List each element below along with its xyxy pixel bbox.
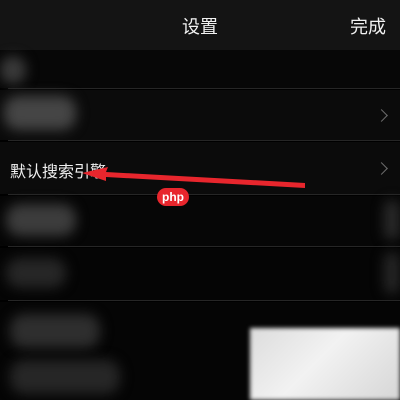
arrow-left-icon [82,167,305,188]
settings-screen: 设置 完成 默认搜索引擎 php [0,0,400,400]
watermark-badge: php [157,188,189,206]
